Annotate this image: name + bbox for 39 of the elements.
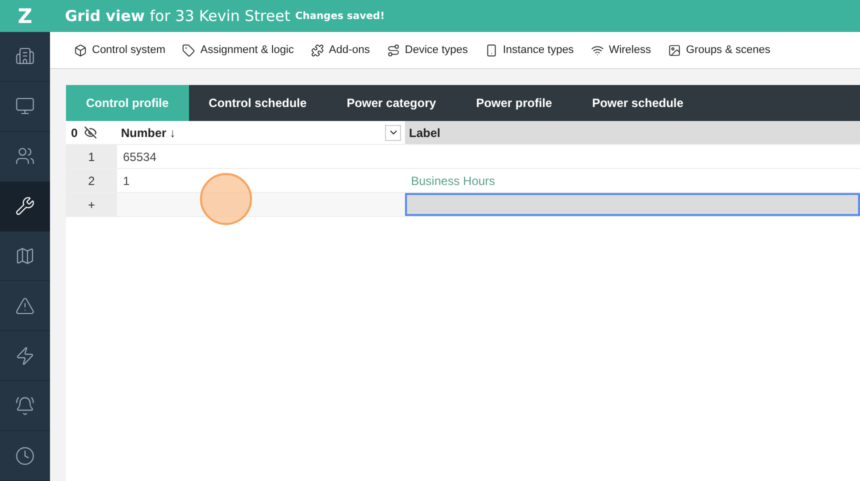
column-header[interactable]: Label <box>405 121 860 144</box>
row-number: 2 <box>66 169 117 192</box>
nav-link[interactable]: Instance types <box>484 44 574 56</box>
dropdown-button[interactable] <box>385 124 401 140</box>
building-icon <box>15 46 35 66</box>
route-icon <box>386 44 400 56</box>
nav-link[interactable]: Device types <box>386 44 468 56</box>
tab[interactable]: Power profile <box>456 85 572 121</box>
puzzle-icon <box>310 44 324 56</box>
wrench-icon <box>15 196 35 216</box>
tab[interactable]: Power schedule <box>572 85 704 121</box>
nav-link[interactable]: Wireless <box>590 44 651 56</box>
table-cell[interactable] <box>405 193 860 216</box>
warning-icon <box>15 296 35 316</box>
page-title: Grid view <box>65 7 145 25</box>
map-icon <box>15 246 35 266</box>
cube-icon <box>74 44 87 56</box>
bell-icon <box>15 396 35 416</box>
nav-link[interactable]: Control system <box>74 44 166 56</box>
tab[interactable]: Control schedule <box>188 85 327 121</box>
phone-icon <box>484 44 498 56</box>
save-status: Changes saved! <box>295 10 385 22</box>
page-subtitle: for 33 Kevin Street <box>150 7 290 25</box>
add-row-cell[interactable]: + <box>66 193 117 216</box>
tab[interactable]: Power category <box>326 85 456 121</box>
nav-link[interactable]: Assignment & logic <box>182 44 294 56</box>
users-icon <box>15 146 35 166</box>
eye-off-icon[interactable] <box>84 126 97 139</box>
hidden-count: 0 <box>71 126 78 140</box>
monitor-icon <box>15 96 35 116</box>
clock-icon <box>15 446 35 466</box>
nav-link[interactable]: Add-ons <box>310 44 370 56</box>
nav-link[interactable]: Groups & scenes <box>668 44 770 56</box>
wifi-icon <box>590 44 604 56</box>
lightning-icon <box>15 346 35 366</box>
tag-icon <box>182 44 196 56</box>
row-number: 1 <box>66 145 117 168</box>
sidebar-item[interactable] <box>0 182 50 232</box>
image-icon <box>668 44 681 56</box>
